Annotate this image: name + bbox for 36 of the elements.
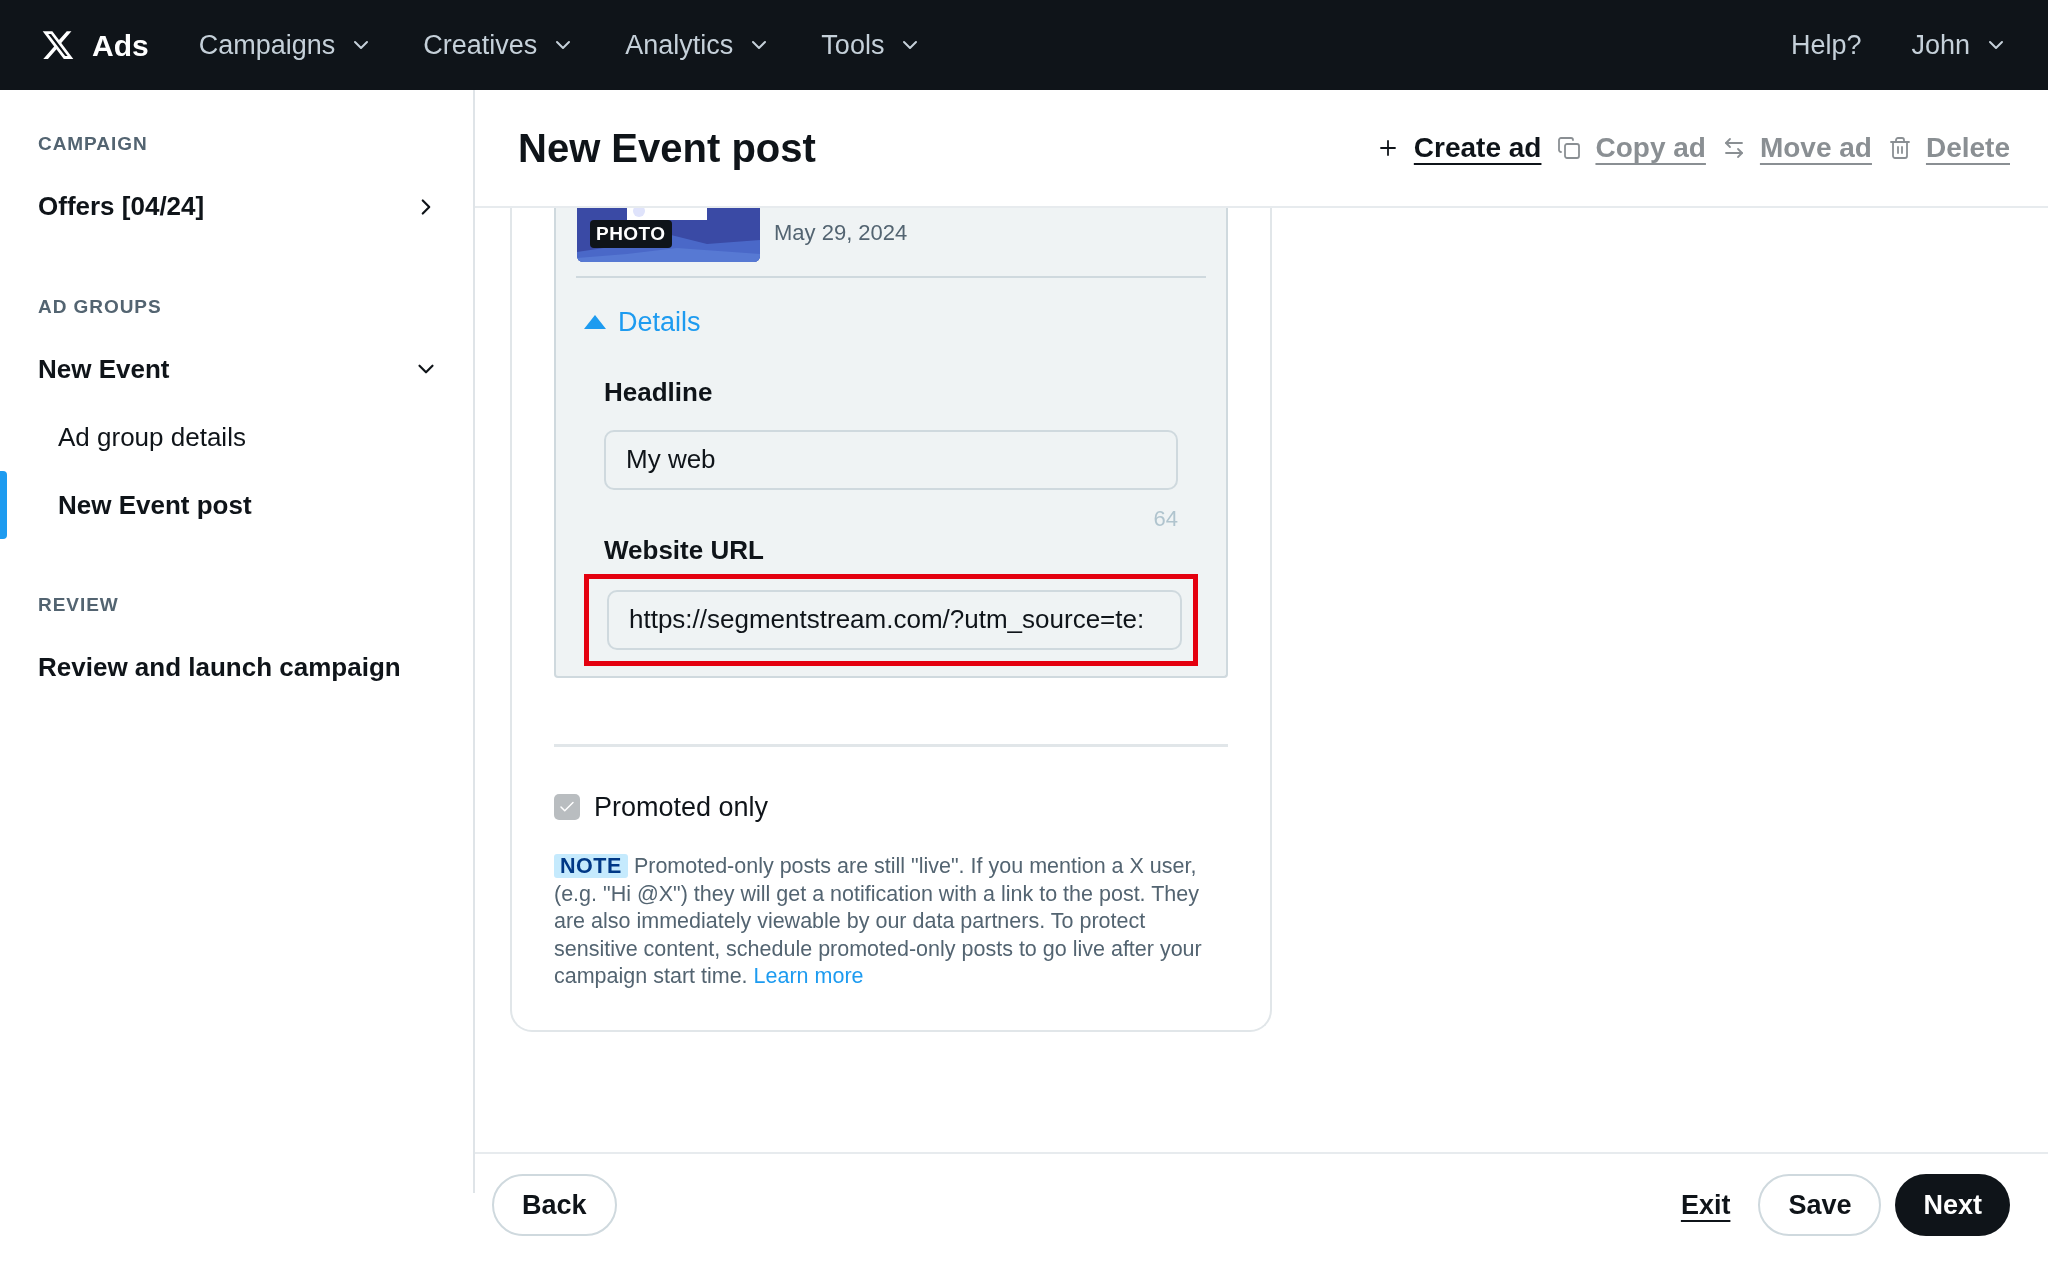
back-button[interactable]: Back xyxy=(492,1174,617,1236)
note-paragraph: NOTE Promoted-only posts are still "live". If you mention a X user, (e.g. "Hi @X") they will get a notification with a link to the post. They are also immediately viewable by our data partners. To protect sensitive content, schedule promoted-only posts to go live after your campaign start time. Learn more xyxy=(554,853,1203,990)
nav-menu[interactable]: Tools xyxy=(821,24,923,66)
nav-menu[interactable]: Analytics xyxy=(625,24,772,66)
action-link[interactable]: Create ad xyxy=(1413,127,1542,169)
field-label: Website URL xyxy=(604,533,765,567)
nav-menu[interactable]: Creatives xyxy=(423,24,576,66)
section-heading: CAMPAIGN xyxy=(37,132,149,156)
x-logo-icon xyxy=(40,28,76,62)
checkbox[interactable] xyxy=(554,793,580,820)
brand-name: Ads xyxy=(92,27,149,64)
field-label: Headline xyxy=(604,375,714,409)
sidebar-item[interactable]: New Event xyxy=(0,335,473,403)
headline-input[interactable]: My web xyxy=(604,429,1178,490)
sidebar-subitem[interactable]: Ad group details xyxy=(0,403,473,471)
save-button[interactable]: Save xyxy=(1758,1174,1882,1236)
section-heading: REVIEW xyxy=(37,593,120,617)
section-heading: AD GROUPS xyxy=(37,294,163,319)
post-date: May 29, 2024 xyxy=(774,219,908,247)
character-counter: 64 xyxy=(1153,504,1178,533)
triangle-up-icon xyxy=(584,315,606,330)
checkbox-label: Promoted only xyxy=(594,790,769,824)
website-url-input[interactable]: https://segmentstream.com/?utm_source=te: xyxy=(607,589,1182,650)
exit-link[interactable]: Exit xyxy=(1680,1184,1731,1226)
help-link[interactable]: Help? xyxy=(1790,24,1862,66)
user-menu[interactable]: John xyxy=(1911,24,2008,66)
sidebar-item[interactable]: Offers [04/24] xyxy=(0,172,473,241)
copy-icon xyxy=(1557,136,1582,160)
sidebar-subitem[interactable]: New Event post xyxy=(0,471,473,539)
active-indicator xyxy=(0,471,7,539)
media-badge: PHOTO xyxy=(590,220,672,248)
sidebar-item[interactable]: Review and launch campaign xyxy=(0,633,473,702)
next-button[interactable]: Next xyxy=(1895,1174,2010,1236)
nav-menu[interactable]: Campaigns xyxy=(198,24,374,66)
trash-icon xyxy=(1887,136,1912,160)
page-title: New Event post xyxy=(518,125,816,172)
